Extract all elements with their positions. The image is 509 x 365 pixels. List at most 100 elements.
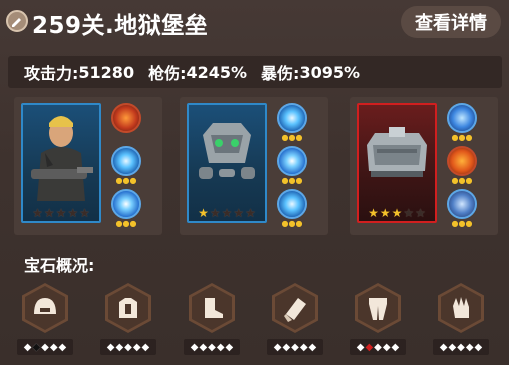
skill-level-dots: ●●●	[451, 133, 473, 142]
view-details-button[interactable]: 查看详情	[401, 6, 501, 38]
crit-damage-value: 3095%	[299, 62, 361, 82]
gem-socket-icon: ◆	[448, 341, 457, 353]
shield-icon	[447, 189, 477, 219]
skill-level-dots: ●●●	[115, 219, 137, 228]
gem-socket-icon: ◆	[374, 341, 382, 353]
hero-portrait-tank: ★ ★ ★ ★ ★	[357, 103, 437, 223]
gem-socket-row: ◆ ◆ ◆ ◆ ◆	[17, 339, 73, 355]
attack-label: 攻击力:	[24, 64, 79, 83]
gem-socket-icon: ◆	[49, 341, 58, 353]
soldier-icon	[31, 116, 93, 201]
star-icon: ★	[379, 206, 391, 220]
crit-damage-label: 暴伤:	[261, 64, 300, 83]
gem-socket-icon: ◆	[106, 341, 115, 353]
star-icon: ★	[209, 206, 221, 220]
armored-tank-icon	[367, 127, 427, 177]
skill-column: ●●● ●●● ●●●	[275, 103, 315, 232]
gem-socket-row: ◆ ◆ ◆ ◆ ◆	[267, 339, 323, 355]
skill-slot[interactable]: ●●●	[445, 189, 479, 231]
skill-slot[interactable]: ●●●	[275, 146, 309, 188]
gem-socket-icon: ◆	[465, 341, 474, 353]
skill-slot[interactable]: ●●●	[275, 189, 309, 231]
pumpkin-icon	[447, 146, 477, 176]
star-icon: ★	[368, 206, 379, 220]
star-icon: ★	[415, 206, 426, 220]
gem-socket-row: ◆ ◆ ◆ ◆ ◆	[100, 339, 156, 355]
star-rating: ★ ★ ★ ★ ★	[189, 207, 265, 219]
star-icon: ★	[221, 206, 233, 220]
star-icon: ★	[55, 206, 67, 220]
gem-socket-icon: ◆	[299, 341, 308, 353]
star-icon: ★	[79, 206, 90, 220]
star-icon: ★	[233, 206, 245, 220]
gem-socket-row: ◆ ◆ ◆ ◆ ◆	[350, 339, 406, 355]
gem-socket-icon: ◆	[199, 341, 208, 353]
gem-socket-icon: ◆	[365, 341, 374, 353]
gem-socket-icon: ◆	[208, 341, 216, 353]
hero-portrait-mech: ★ ★ ★ ★ ★	[187, 103, 267, 223]
skill-level-dots: ●●●	[281, 176, 303, 185]
gun-damage-value: 4245%	[186, 62, 248, 82]
hero-portrait-soldier: ★ ★ ★ ★ ★	[21, 103, 101, 223]
skill-slot[interactable]: ●●●	[109, 189, 143, 231]
gem-socket-icon: ◆	[474, 341, 483, 353]
ice-burst-icon	[277, 103, 307, 133]
attack-value: 51280	[78, 62, 135, 82]
ice-shard-icon	[277, 189, 307, 219]
fire-slash-icon	[111, 103, 141, 133]
skill-slot[interactable]	[109, 103, 143, 145]
star-rating: ★ ★ ★ ★ ★	[23, 207, 99, 219]
gem-socket-icon: ◆	[141, 341, 150, 353]
gem-socket-row: ◆ ◆ ◆ ◆ ◆	[184, 339, 240, 355]
gem-socket-icon: ◆	[58, 341, 67, 353]
skill-column: ●●● ●●● ●●●	[445, 103, 485, 232]
gem-socket-icon: ◆	[32, 341, 41, 353]
gem-socket-icon: ◆	[308, 341, 317, 353]
gem-socket-icon: ◆	[216, 341, 225, 353]
gems-overview-label: 宝石概况:	[24, 256, 95, 275]
crossed-swords-icon	[447, 103, 477, 133]
boot-icon	[205, 298, 223, 318]
gem-slot-gauntlet[interactable]: ◆ ◆ ◆ ◆ ◆	[264, 283, 326, 363]
lightning-icon	[111, 189, 141, 219]
skill-level-dots: ●●●	[451, 219, 473, 228]
stats-bar: 攻击力: 51280 枪伤: 4245% 暴伤: 3095%	[8, 56, 502, 88]
gem-socket-icon: ◆	[190, 341, 199, 353]
leg-armor-icon	[369, 298, 387, 320]
gem-socket-icon: ◆	[457, 341, 465, 353]
gun-damage-label: 枪伤:	[148, 64, 187, 83]
gem-socket-icon: ◆	[124, 341, 132, 353]
skill-level-dots: ●●●	[281, 133, 303, 142]
skill-slot[interactable]: ●●●	[445, 146, 479, 188]
star-icon: ★	[198, 206, 209, 220]
gem-socket-icon: ◆	[132, 341, 141, 353]
gem-slot-armor[interactable]: ◆ ◆ ◆ ◆ ◆	[97, 283, 159, 363]
skill-slot[interactable]: ●●●	[445, 103, 479, 145]
gem-slot-gloves[interactable]: ◆ ◆ ◆ ◆ ◆	[430, 283, 492, 363]
skill-level-dots: ●●●	[281, 219, 303, 228]
hero-card-soldier[interactable]: ★ ★ ★ ★ ★ ●●● ●●●	[14, 97, 162, 235]
star-icon: ★	[403, 206, 415, 220]
pencil-icon	[6, 10, 28, 32]
gem-socket-row: ◆ ◆ ◆ ◆ ◆	[433, 339, 489, 355]
star-icon: ★	[391, 206, 403, 220]
gem-socket-icon: ◆	[391, 341, 400, 353]
gem-socket-icon: ◆	[439, 341, 448, 353]
gem-slot-legs[interactable]: ◆ ◆ ◆ ◆ ◆	[347, 283, 409, 363]
skill-level-dots: ●●●	[451, 176, 473, 185]
helmet-icon	[34, 298, 56, 314]
mech-drone-icon	[199, 123, 255, 179]
skill-slot[interactable]: ●●●	[109, 146, 143, 188]
gem-slot-boots[interactable]: ◆ ◆ ◆ ◆ ◆	[181, 283, 243, 363]
skill-slot[interactable]: ●●●	[275, 103, 309, 145]
gem-socket-icon: ◆	[273, 341, 282, 353]
gem-slot-helmet[interactable]: ◆ ◆ ◆ ◆ ◆	[14, 283, 76, 363]
gem-socket-icon: ◆	[23, 341, 32, 353]
gem-socket-icon: ◆	[41, 341, 49, 353]
armor-icon	[119, 298, 137, 318]
hero-card-mech[interactable]: ★ ★ ★ ★ ★ ●●● ●●● ●●●	[180, 97, 328, 235]
gem-socket-icon: ◆	[115, 341, 124, 353]
gauntlet-icon	[284, 298, 306, 322]
star-icon: ★	[67, 206, 79, 220]
hero-card-tank[interactable]: ★ ★ ★ ★ ★ ●●● ●●● ●●●	[350, 97, 498, 235]
